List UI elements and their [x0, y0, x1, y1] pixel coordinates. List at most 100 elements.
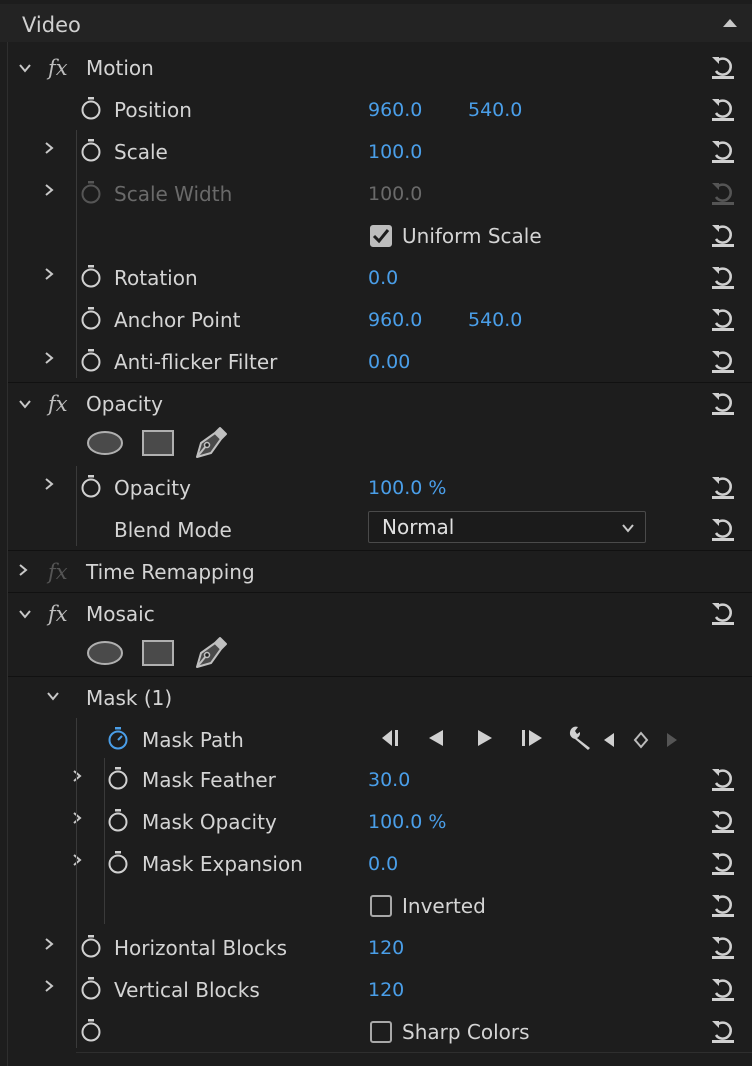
mask-expansion-label: Mask Expansion	[142, 852, 303, 876]
chevron-right-icon[interactable]	[70, 811, 84, 825]
previous-keyframe-icon[interactable]	[601, 731, 617, 749]
reset-icon[interactable]	[708, 220, 738, 250]
position-x-value[interactable]: 960.0	[368, 89, 422, 131]
mask-indent-rule	[104, 758, 105, 924]
reset-icon[interactable]	[708, 1016, 738, 1046]
chevron-right-icon[interactable]	[42, 183, 56, 197]
chevron-right-icon[interactable]	[42, 351, 56, 365]
inverted-checkbox[interactable]	[370, 895, 392, 917]
reset-icon[interactable]	[708, 52, 738, 82]
chevron-down-icon[interactable]	[18, 607, 32, 621]
mask-opacity-value[interactable]: 100.0 %	[368, 801, 447, 843]
reset-icon[interactable]	[708, 262, 738, 292]
anti-flicker-label: Anti-flicker Filter	[114, 350, 278, 374]
anchor-point-y-value[interactable]: 540.0	[468, 299, 522, 341]
inverted-row: Inverted	[0, 885, 752, 927]
opacity-row: Opacity 100.0 %	[0, 467, 752, 509]
position-y-value[interactable]: 540.0	[468, 89, 522, 131]
chevron-right-icon[interactable]	[42, 937, 56, 951]
reset-icon[interactable]	[708, 388, 738, 418]
uniform-scale-label: Uniform Scale	[402, 224, 542, 248]
stopwatch-icon[interactable]	[79, 976, 103, 1000]
reset-icon[interactable]	[708, 472, 738, 502]
reset-icon[interactable]	[708, 514, 738, 544]
anti-flicker-row: Anti-flicker Filter 0.00	[0, 341, 752, 383]
bottom-divider	[76, 1052, 752, 1053]
vertical-blocks-row: Vertical Blocks 120	[0, 969, 752, 1011]
reset-icon[interactable]	[708, 848, 738, 878]
stopwatch-icon[interactable]	[106, 808, 130, 832]
stopwatch-icon[interactable]	[79, 306, 103, 330]
chevron-right-icon[interactable]	[70, 769, 84, 783]
stopwatch-icon[interactable]	[79, 264, 103, 288]
reset-icon[interactable]	[708, 932, 738, 962]
horizontal-blocks-value[interactable]: 120	[368, 927, 404, 969]
time-remapping-row: fx Time Remapping	[0, 551, 752, 593]
anchor-point-x-value[interactable]: 960.0	[368, 299, 422, 341]
reset-icon[interactable]	[708, 890, 738, 920]
chevron-right-icon[interactable]	[70, 853, 84, 867]
reset-icon[interactable]	[708, 136, 738, 166]
reset-icon[interactable]	[708, 764, 738, 794]
opacity-title: Opacity	[86, 392, 163, 416]
opacity-value[interactable]: 100.0 %	[368, 467, 447, 509]
chevron-right-icon[interactable]	[16, 563, 30, 577]
mask-feather-value[interactable]: 30.0	[368, 759, 410, 801]
stopwatch-icon	[79, 180, 103, 204]
add-keyframe-icon[interactable]	[632, 730, 650, 750]
chevron-right-icon[interactable]	[42, 979, 56, 993]
motion-indent-rule	[76, 130, 77, 378]
stopwatch-icon[interactable]	[79, 138, 103, 162]
chevron-down-icon[interactable]	[18, 397, 32, 411]
opacity-mask-tools-row	[0, 425, 752, 467]
stopwatch-icon[interactable]	[79, 934, 103, 958]
stopwatch-icon[interactable]	[79, 1018, 103, 1042]
ellipse-mask-icon[interactable]	[85, 429, 125, 457]
pen-mask-icon[interactable]	[193, 425, 229, 459]
chevron-down-icon[interactable]	[18, 61, 32, 75]
reset-icon[interactable]	[708, 304, 738, 334]
stopwatch-icon[interactable]	[79, 96, 103, 120]
anti-flicker-value[interactable]: 0.00	[368, 341, 410, 383]
fx-icon[interactable]: fx	[48, 593, 68, 635]
chevron-right-icon[interactable]	[42, 141, 56, 155]
rectangle-mask-icon[interactable]	[141, 429, 175, 457]
stopwatch-icon[interactable]	[79, 474, 103, 498]
vertical-blocks-label: Vertical Blocks	[114, 978, 260, 1002]
stopwatch-icon[interactable]	[106, 766, 130, 790]
rotation-value[interactable]: 0.0	[368, 257, 398, 299]
reset-icon[interactable]	[708, 598, 738, 628]
rectangle-mask-icon[interactable]	[141, 639, 175, 667]
mask-expansion-value[interactable]: 0.0	[368, 843, 398, 885]
track-backward-icon[interactable]	[426, 727, 448, 749]
track-forward-icon[interactable]	[473, 727, 495, 749]
reset-icon[interactable]	[708, 94, 738, 124]
mask-path-label: Mask Path	[142, 728, 244, 752]
stopwatch-icon[interactable]	[106, 850, 130, 874]
chevron-right-icon[interactable]	[42, 267, 56, 281]
stopwatch-icon[interactable]	[79, 348, 103, 372]
wrench-icon[interactable]	[566, 724, 594, 752]
blend-mode-select[interactable]: Normal	[368, 511, 646, 543]
pen-mask-icon[interactable]	[193, 635, 229, 669]
track-forward-one-icon[interactable]	[519, 727, 545, 749]
fx-icon[interactable]: fx	[48, 383, 68, 425]
vertical-blocks-value[interactable]: 120	[368, 969, 404, 1011]
collapse-up-icon[interactable]	[722, 17, 738, 29]
fx-icon[interactable]: fx	[48, 47, 68, 89]
ellipse-mask-icon[interactable]	[85, 639, 125, 667]
effect-controls-panel: Video fx Motion Position 960.0 540.0 Sca…	[0, 0, 752, 1066]
scale-value[interactable]: 100.0	[368, 131, 422, 173]
reset-icon[interactable]	[708, 974, 738, 1004]
track-backward-one-icon[interactable]	[379, 727, 405, 749]
opacity-label: Opacity	[114, 476, 191, 500]
mask-title: Mask (1)	[86, 686, 173, 710]
chevron-right-icon[interactable]	[42, 477, 56, 491]
mask-expansion-row: Mask Expansion 0.0	[0, 843, 752, 885]
uniform-scale-checkbox[interactable]	[370, 225, 392, 247]
chevron-down-icon[interactable]	[46, 689, 60, 703]
scale-row: Scale 100.0	[0, 131, 752, 173]
sharp-colors-checkbox[interactable]	[370, 1021, 392, 1043]
reset-icon[interactable]	[708, 806, 738, 836]
reset-icon[interactable]	[708, 346, 738, 376]
